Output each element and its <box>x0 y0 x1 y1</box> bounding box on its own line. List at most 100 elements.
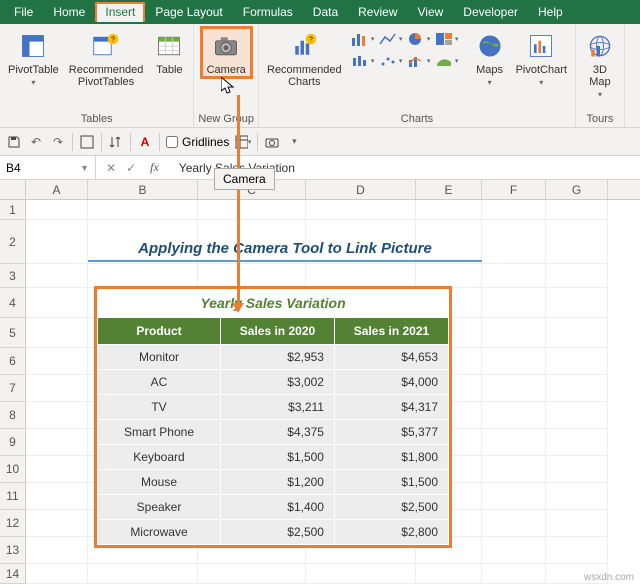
camera-qat-icon[interactable] <box>264 134 280 150</box>
menu-formulas[interactable]: Formulas <box>233 2 303 22</box>
cell[interactable] <box>546 456 608 483</box>
cell[interactable] <box>546 264 608 288</box>
cell[interactable] <box>198 264 306 288</box>
gridlines-check-input[interactable] <box>166 136 178 148</box>
cell[interactable] <box>482 510 546 537</box>
menu-developer[interactable]: Developer <box>453 2 528 22</box>
row-header[interactable]: 9 <box>0 429 26 456</box>
cell[interactable] <box>88 264 198 288</box>
row-header[interactable]: 1 <box>0 200 26 220</box>
cell[interactable] <box>546 220 608 264</box>
row-header[interactable]: 8 <box>0 402 26 429</box>
undo-icon[interactable]: ↶ <box>28 134 44 150</box>
cell[interactable] <box>546 375 608 402</box>
cell[interactable] <box>482 318 546 348</box>
pivottable-button[interactable]: PivotTable ▾ <box>4 26 63 87</box>
enter-icon[interactable]: ✓ <box>126 161 136 175</box>
cell[interactable] <box>26 537 88 564</box>
cell[interactable] <box>26 220 88 264</box>
menu-review[interactable]: Review <box>348 2 407 22</box>
cell[interactable] <box>306 200 416 220</box>
cell-sales-2020[interactable]: $1,400 <box>220 495 334 520</box>
cell[interactable] <box>546 402 608 429</box>
row-header[interactable]: 2 <box>0 220 26 264</box>
cell-sales-2021[interactable]: $1,500 <box>334 470 448 495</box>
row-header[interactable]: 5 <box>0 318 26 348</box>
menu-view[interactable]: View <box>408 2 454 22</box>
name-box[interactable]: B4 ▼ <box>0 156 96 179</box>
cell[interactable] <box>482 564 546 584</box>
col-header-a[interactable]: A <box>26 180 88 199</box>
pivotchart-button[interactable]: PivotChart ▾ <box>512 26 571 87</box>
name-box-dropdown-icon[interactable]: ▼ <box>80 163 89 173</box>
cell-sales-2020[interactable]: $3,211 <box>220 395 334 420</box>
cell[interactable] <box>482 456 546 483</box>
cancel-icon[interactable]: ✕ <box>106 161 116 175</box>
cell-product[interactable]: Smart Phone <box>98 420 221 445</box>
row-header[interactable]: 7 <box>0 375 26 402</box>
cell[interactable] <box>416 264 482 288</box>
cell[interactable] <box>546 348 608 375</box>
cell[interactable] <box>482 375 546 402</box>
menu-page-layout[interactable]: Page Layout <box>145 2 232 22</box>
cell-sales-2020[interactable]: $3,002 <box>220 370 334 395</box>
row-header[interactable]: 6 <box>0 348 26 375</box>
row-header[interactable]: 4 <box>0 288 26 318</box>
cell-sales-2020[interactable]: $1,200 <box>220 470 334 495</box>
cell[interactable] <box>482 220 546 264</box>
cell-sales-2021[interactable]: $4,000 <box>334 370 448 395</box>
line-chart-icon[interactable]: ▾ <box>378 30 404 48</box>
cell[interactable] <box>546 510 608 537</box>
column-chart-icon[interactable]: ▾ <box>350 30 376 48</box>
treemap-chart-icon[interactable]: ▾ <box>434 30 460 48</box>
surface-chart-icon[interactable]: ▾ <box>434 52 460 70</box>
combo-chart-icon[interactable]: ▾ <box>406 52 432 70</box>
redo-icon[interactable]: ↷ <box>50 134 66 150</box>
cell[interactable] <box>546 537 608 564</box>
cell[interactable] <box>546 318 608 348</box>
cell[interactable] <box>26 375 88 402</box>
cell-product[interactable]: Keyboard <box>98 445 221 470</box>
menu-home[interactable]: Home <box>43 2 95 22</box>
cell[interactable] <box>482 429 546 456</box>
menu-file[interactable]: File <box>4 2 43 22</box>
cell[interactable] <box>26 483 88 510</box>
save-icon[interactable] <box>6 134 22 150</box>
recommended-pivottables-button[interactable]: ? Recommended PivotTables <box>65 26 148 88</box>
maps-button[interactable]: Maps ▾ <box>470 26 510 87</box>
cell-product[interactable]: Mouse <box>98 470 221 495</box>
row-header[interactable]: 3 <box>0 264 26 288</box>
cell[interactable] <box>26 429 88 456</box>
fx-icon[interactable]: fx <box>146 160 163 175</box>
cell[interactable] <box>26 348 88 375</box>
font-color-icon[interactable]: A <box>137 134 153 150</box>
scatter-chart-icon[interactable]: ▾ <box>378 52 404 70</box>
cell[interactable] <box>482 288 546 318</box>
menu-insert[interactable]: Insert <box>95 2 145 22</box>
table-button[interactable]: Table <box>149 26 189 76</box>
cell-product[interactable]: Microwave <box>98 520 221 545</box>
gridlines-checkbox[interactable]: Gridlines <box>166 135 229 149</box>
cell[interactable] <box>26 456 88 483</box>
cell[interactable] <box>482 348 546 375</box>
cell-sales-2020[interactable]: $2,500 <box>220 520 334 545</box>
cell[interactable] <box>88 200 198 220</box>
cell[interactable] <box>26 288 88 318</box>
cell[interactable] <box>26 264 88 288</box>
col-header-b[interactable]: B <box>88 180 198 199</box>
col-header-g[interactable]: G <box>546 180 608 199</box>
cell-product[interactable]: Monitor <box>98 345 221 370</box>
pie-chart-icon[interactable]: ▾ <box>406 30 432 48</box>
cell-sales-2021[interactable]: $1,800 <box>334 445 448 470</box>
cell[interactable] <box>306 264 416 288</box>
row-header[interactable]: 13 <box>0 537 26 564</box>
menu-data[interactable]: Data <box>303 2 348 22</box>
select-all-corner[interactable] <box>0 180 26 199</box>
cell-sales-2021[interactable]: $5,377 <box>334 420 448 445</box>
camera-button[interactable]: Camera <box>200 26 253 79</box>
cell[interactable] <box>482 537 546 564</box>
cell[interactable] <box>482 402 546 429</box>
cell[interactable] <box>26 200 88 220</box>
more-qat-icon[interactable]: ▾ <box>286 134 302 150</box>
cell[interactable] <box>88 564 198 584</box>
